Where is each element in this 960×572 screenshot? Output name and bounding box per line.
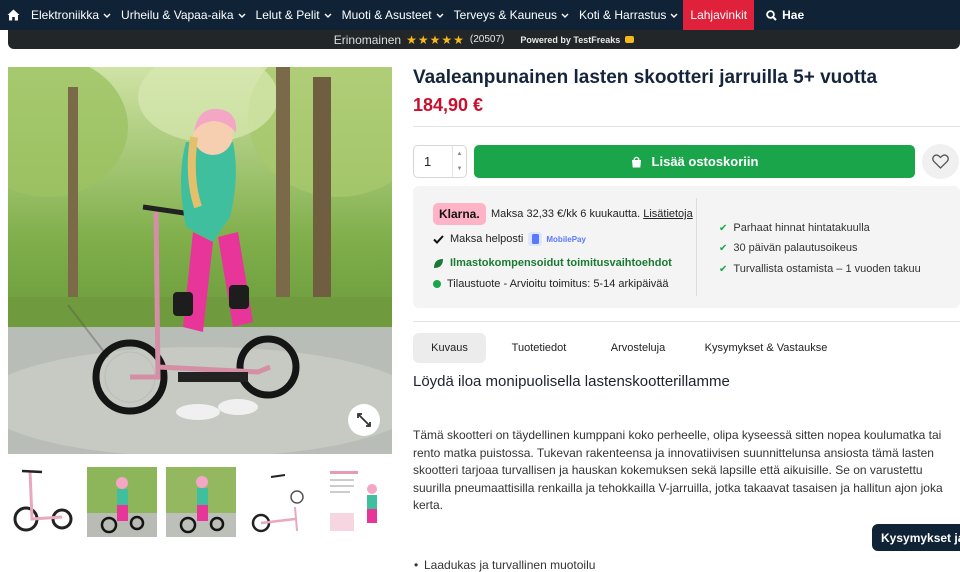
divider [413, 321, 960, 322]
wishlist-button[interactable] [922, 144, 959, 179]
quantity-stepper[interactable]: 1 ▲ ▼ [413, 145, 467, 178]
check-icon [433, 234, 444, 244]
product-thumbnail[interactable] [87, 467, 157, 537]
usp-text: 30 päivän palautusoikeus [733, 242, 858, 254]
pay-easily-label: Maksa helposti [450, 233, 524, 245]
testfreaks-icon [625, 36, 635, 43]
tab-label: Arvosteluja [610, 342, 666, 354]
tab-kysymykset[interactable]: Kysymykset & Vastaukse [695, 333, 837, 363]
nav-item-elektroniikka[interactable]: Elektroniikka [26, 0, 116, 30]
search-label: Hae [782, 8, 805, 22]
add-to-cart-label: Lisää ostoskoriin [651, 154, 759, 169]
product-thumbnail[interactable] [166, 467, 236, 537]
chevron-down-icon [436, 13, 444, 18]
tab-label: Kuvaus [431, 342, 468, 354]
nav-item-label: Urheilu & Vapaa-aika [121, 8, 234, 22]
product-thumbnail[interactable] [245, 467, 315, 537]
check-icon: ✔ [719, 242, 728, 254]
quantity-value[interactable]: 1 [414, 146, 452, 177]
tab-tuotetiedot[interactable]: Tuotetiedot [498, 333, 580, 363]
divider [413, 126, 960, 127]
chevron-down-icon [561, 13, 569, 18]
top-navigation: Elektroniikka Urheilu & Vapaa-aika Lelut… [0, 0, 960, 30]
leaf-icon [434, 258, 443, 268]
thumbnail-image [8, 467, 78, 537]
home-button[interactable] [0, 0, 26, 30]
mobilepay-label: MobilePay [546, 234, 586, 244]
quantity-arrows: ▲ ▼ [452, 146, 466, 177]
chevron-down-icon [670, 13, 678, 18]
tab-label: Tuotetiedot [511, 342, 567, 354]
rating-label: Erinomainen [333, 32, 402, 47]
tab-arvosteluja[interactable]: Arvosteluja [598, 333, 678, 363]
climate-label: Ilmastokompensoidut toimitusvaihtoehdot [450, 257, 672, 269]
thumbnail-image [87, 467, 157, 537]
usp-text: Parhaat hinnat hintatakuulla [733, 222, 870, 234]
powered-by-label: Powered by TestFreaks [520, 34, 621, 45]
klarna-logo: Klarna. [433, 203, 486, 225]
usp-item: ✔ 30 päivän palautusoikeus [719, 242, 858, 254]
product-thumbnail[interactable] [8, 467, 78, 537]
divider [696, 198, 697, 296]
klarna-installment-text: Maksa 32,33 €/kk 6 kuukautta. Lisätietoja [491, 208, 693, 220]
questions-help-button[interactable]: Kysymykset ja v [872, 524, 960, 551]
nav-item-label: Terveys & Kauneus [453, 8, 558, 22]
product-title: Vaaleanpunainen lasten skootteri jarruil… [413, 67, 878, 88]
payment-info-box: Klarna. Maksa 32,33 €/kk 6 kuukautta. Lis… [413, 186, 960, 308]
klarna-more-info-link[interactable]: Lisätietoja [643, 208, 693, 220]
product-thumbnail[interactable] [324, 467, 394, 537]
nav-item-label: Lelut & Pelit [255, 8, 320, 22]
chevron-down-icon [103, 13, 111, 18]
scooter-photo [8, 67, 392, 454]
decrease-quantity-icon[interactable]: ▼ [453, 162, 466, 178]
nav-item-urheilu[interactable]: Urheilu & Vapaa-aika [116, 0, 251, 30]
nav-item-muoti[interactable]: Muoti & Asusteet [337, 0, 449, 30]
nav-item-lahjavinkit[interactable]: Lahjavinkit [683, 0, 755, 30]
search-icon [766, 9, 777, 21]
tab-kuvaus[interactable]: Kuvaus [413, 333, 486, 363]
nav-item-label: Lahjavinkit [690, 8, 748, 22]
nav-item-label: Elektroniikka [31, 8, 100, 22]
delivery-estimate: Tilaustuote - Arvioitu toimitus: 5-14 ar… [447, 278, 669, 290]
mobilepay-badge: MobilePay [527, 231, 586, 247]
shopping-bag-icon [631, 156, 641, 167]
usp-item: ✔ Turvallista ostamista – 1 vuoden takuu [719, 263, 921, 275]
pay-easily-row: Maksa helposti MobilePay [433, 231, 586, 247]
increase-quantity-icon[interactable]: ▲ [453, 146, 466, 162]
add-to-cart-button[interactable]: Lisää ostoskoriin [474, 145, 915, 178]
climate-compensated-row: Ilmastokompensoidut toimitusvaihtoehdot [433, 257, 672, 269]
expand-icon [357, 413, 371, 427]
mobilepay-icon [528, 232, 543, 246]
nav-item-label: Koti & Harrastus [579, 8, 667, 22]
search-button[interactable]: Hae [754, 0, 809, 30]
description-heading: Löydä iloa monipuolisella lastenskootter… [413, 373, 730, 390]
check-icon: ✔ [719, 263, 728, 275]
stock-status-dot [433, 280, 441, 288]
nav-item-label: Muoti & Asusteet [341, 8, 432, 22]
product-main-image[interactable] [8, 67, 392, 454]
product-price: 184,90 € [413, 95, 484, 115]
tab-label: Kysymykset & Vastaukse [704, 342, 828, 354]
usp-text: Turvallista ostamista – 1 vuoden takuu [733, 263, 921, 275]
zoom-button[interactable] [348, 404, 380, 436]
klarna-text: Maksa 32,33 €/kk 6 kuukautta. [491, 208, 641, 220]
usp-item: ✔ Parhaat hinnat hintatakuulla [719, 222, 870, 234]
rating-bar[interactable]: Erinomainen ★★★★★ (20507) Powered by Tes… [8, 30, 960, 49]
nav-item-terveys[interactable]: Terveys & Kauneus [449, 0, 574, 30]
check-icon: ✔ [719, 222, 728, 234]
thumbnail-image [245, 467, 315, 537]
thumbnail-image [166, 467, 236, 537]
delivery-status-row: Tilaustuote - Arvioitu toimitus: 5-14 ar… [433, 278, 669, 290]
nav-item-koti[interactable]: Koti & Harrastus [574, 0, 683, 30]
description-text: Tämä skootteri on täydellinen kumppani k… [413, 428, 943, 512]
chevron-down-icon [324, 13, 332, 18]
home-icon [7, 9, 19, 21]
thumbnail-image [324, 467, 394, 537]
rating-stars: ★★★★★ [406, 32, 465, 47]
chevron-down-icon [238, 13, 246, 18]
heart-icon [932, 154, 949, 169]
rating-count: (20507) [469, 34, 505, 45]
nav-item-lelut[interactable]: Lelut & Pelit [251, 0, 337, 30]
